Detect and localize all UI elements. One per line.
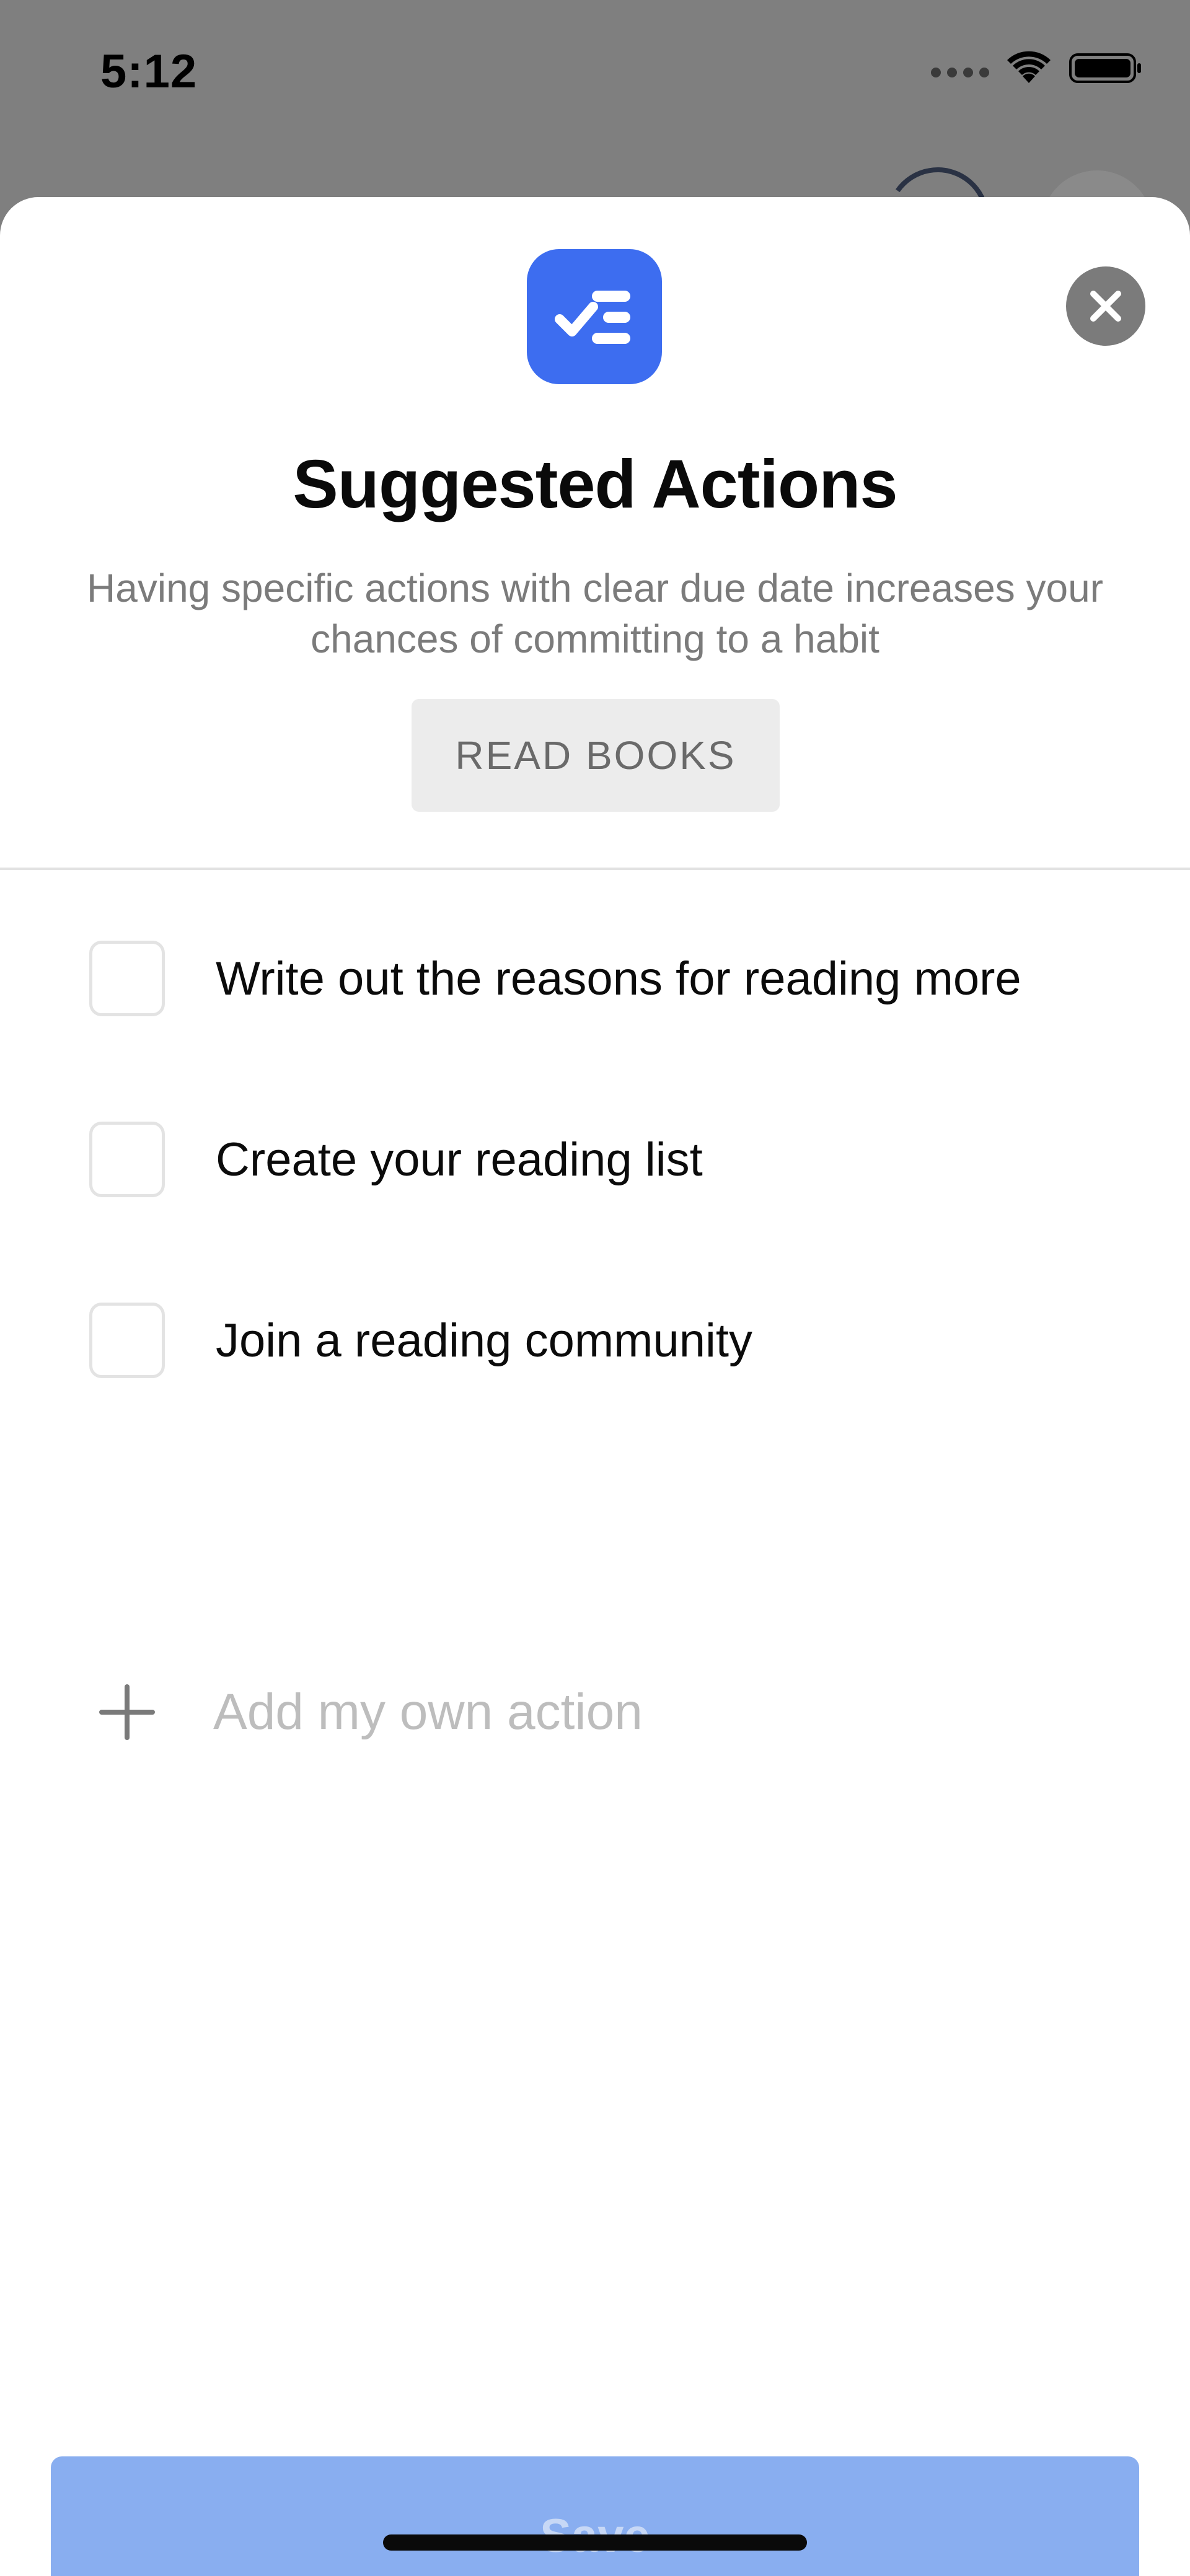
wifi-icon bbox=[1007, 51, 1051, 83]
status-time: 5:12 bbox=[100, 45, 198, 98]
action-item[interactable]: Write out the reasons for reading more bbox=[89, 938, 1143, 1019]
status-bar: 5:12 bbox=[0, 0, 1190, 149]
action-label: Join a reading community bbox=[216, 1314, 752, 1367]
save-button[interactable]: Save bbox=[51, 2456, 1139, 2576]
action-checkbox[interactable] bbox=[89, 1122, 165, 1197]
divider bbox=[0, 868, 1190, 870]
habit-tag: READ BOOKS bbox=[412, 699, 780, 812]
checklist-icon bbox=[527, 249, 662, 384]
add-action-row[interactable] bbox=[89, 1672, 1143, 1752]
home-indicator bbox=[383, 2534, 807, 2551]
close-icon bbox=[1090, 291, 1121, 322]
action-label: Write out the reasons for reading more bbox=[216, 952, 1021, 1005]
action-item[interactable]: Join a reading community bbox=[89, 1300, 1143, 1381]
close-button[interactable] bbox=[1066, 266, 1145, 346]
page-title: Suggested Actions bbox=[293, 446, 897, 522]
action-item[interactable]: Create your reading list bbox=[89, 1119, 1143, 1200]
action-checkbox[interactable] bbox=[89, 941, 165, 1016]
suggested-actions-sheet: Suggested Actions Having specific action… bbox=[0, 197, 1190, 2576]
page-subtitle: Having specific actions with clear due d… bbox=[87, 566, 1103, 661]
battery-icon bbox=[1069, 53, 1141, 83]
plus-icon[interactable] bbox=[89, 1674, 165, 1750]
status-icons bbox=[931, 51, 1143, 86]
add-action-input[interactable] bbox=[213, 1683, 1081, 1741]
action-checkbox[interactable] bbox=[89, 1303, 165, 1378]
action-label: Create your reading list bbox=[216, 1133, 703, 1186]
signal-dots-icon bbox=[931, 68, 989, 77]
